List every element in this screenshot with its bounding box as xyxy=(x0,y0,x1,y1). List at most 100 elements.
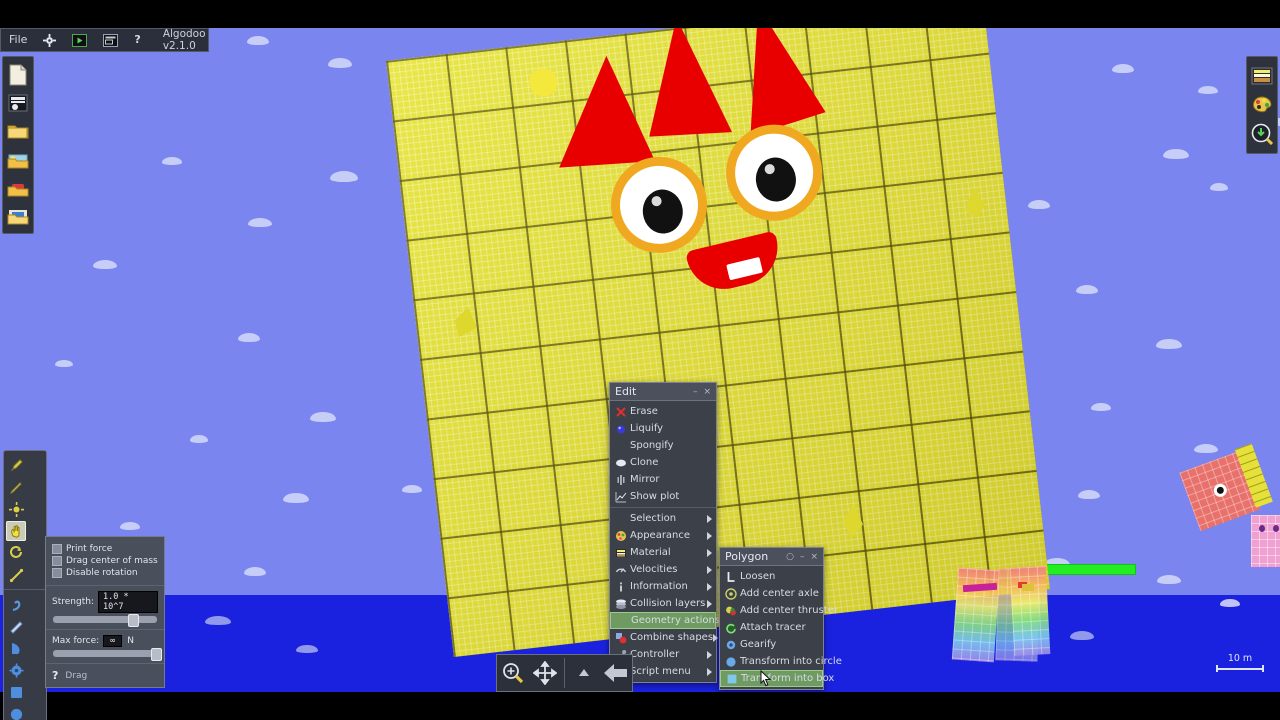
edit-menu-titlebar[interactable]: Edit – × xyxy=(610,383,716,401)
edit-menu-item-information[interactable]: Information xyxy=(610,578,716,595)
edit-menu-item-liquify[interactable]: Liquify xyxy=(610,420,716,437)
edit-menu-item-erase[interactable]: Erase xyxy=(610,403,716,420)
edit-context-menu[interactable]: Edit – × Erase Liquify Spongify Clone Mirror… xyxy=(609,382,726,683)
freehand-tool[interactable] xyxy=(6,594,26,614)
edit-menu-item-velocities[interactable]: Velocities xyxy=(610,561,716,578)
rainbow-block[interactable] xyxy=(951,567,1001,663)
polygon-menu-item-attach-tracer[interactable]: Attach tracer xyxy=(720,619,823,636)
circle-icon xyxy=(724,655,737,668)
zoom-tool-button[interactable] xyxy=(497,657,529,689)
polygon-submenu[interactable]: Polygon ○ – × Loosen Add center axle Add c… xyxy=(719,547,842,690)
save-scene-button[interactable] xyxy=(5,90,31,116)
thruster-icon xyxy=(724,604,737,617)
edit-menu-item-collision-layers[interactable]: Collision layers xyxy=(610,595,716,612)
checkbox-drag-center-of-mass[interactable]: Drag center of mass xyxy=(52,556,158,566)
material-swatch-button[interactable] xyxy=(1249,63,1275,89)
submenu-arrow-icon xyxy=(707,650,712,659)
minimize-icon[interactable]: – xyxy=(693,387,698,397)
close-icon[interactable]: × xyxy=(703,387,711,397)
edit-menu-group-actions[interactable]: Erase Liquify Spongify Clone Mirror Show plot xyxy=(610,401,716,508)
main-menubar[interactable]: File? Algodoo v2.1.0 xyxy=(0,28,209,52)
pupil-right xyxy=(753,155,799,204)
polygon-menu-item-gearify[interactable]: Gearify xyxy=(720,636,823,653)
window-icon[interactable] xyxy=(95,33,126,47)
close-icon[interactable]: × xyxy=(810,552,818,562)
gear-tool[interactable] xyxy=(6,660,26,680)
polygon-menu-titlebar[interactable]: Polygon ○ – × xyxy=(720,548,823,566)
strength-section: Strength: 1.0 * 10^7 xyxy=(46,586,164,630)
strength-slider-knob[interactable] xyxy=(127,614,139,627)
box-tool[interactable] xyxy=(6,682,26,702)
drag-tool-options-panel[interactable]: Print force Drag center of mass Disable … xyxy=(45,536,165,688)
drag-tool[interactable] xyxy=(6,521,26,541)
maxforce-value[interactable]: ∞ xyxy=(103,635,123,647)
help-icon[interactable]: ? xyxy=(126,29,148,51)
line-tool[interactable] xyxy=(6,565,26,585)
back-button[interactable] xyxy=(600,657,632,689)
menu-item-label: Loosen xyxy=(740,571,776,582)
polygon-menu-title: Polygon xyxy=(725,550,769,563)
yellow-numberblock[interactable] xyxy=(385,28,1051,658)
minimize-icon[interactable]: – xyxy=(800,552,805,562)
edit-menu-item-spongify[interactable]: Spongify xyxy=(610,437,716,454)
checkbox-disable-rotation[interactable]: Disable rotation xyxy=(52,568,158,578)
my-scenes-button[interactable] xyxy=(5,174,31,200)
zoom-view-button[interactable] xyxy=(1249,121,1275,147)
online-scenes-button[interactable] xyxy=(5,202,31,228)
view-toolbar[interactable] xyxy=(496,654,633,692)
edit-menu-item-geometry-actions[interactable]: Geometry actions xyxy=(610,612,726,629)
submenu-arrow-icon xyxy=(707,531,712,540)
edit-menu-item-mirror[interactable]: Mirror xyxy=(610,471,716,488)
move-tool[interactable] xyxy=(6,499,26,519)
collapse-button[interactable] xyxy=(568,657,600,689)
play-icon[interactable] xyxy=(64,33,95,47)
tooth xyxy=(726,256,763,281)
rainbow-block[interactable] xyxy=(1009,566,1051,656)
checkbox-box[interactable] xyxy=(52,568,62,578)
gear-icon[interactable] xyxy=(35,33,64,47)
color-palette-button[interactable] xyxy=(1249,92,1275,118)
maxforce-slider-knob[interactable] xyxy=(150,648,162,661)
combine-icon xyxy=(614,631,627,644)
open-folder-button[interactable] xyxy=(5,118,31,144)
edit-menu-item-show-plot[interactable]: Show plot xyxy=(610,488,716,505)
checkbox-label: Disable rotation xyxy=(66,568,138,578)
polygon-menu-item-add-center-thruster[interactable]: Add center thruster xyxy=(720,602,838,619)
polygon-tool[interactable] xyxy=(6,638,26,658)
maxforce-slider[interactable] xyxy=(53,648,162,661)
polygon-menu-item-add-center-axle[interactable]: Add center axle xyxy=(720,585,823,602)
edit-menu-item-combine-shapes[interactable]: Combine shapes xyxy=(610,629,719,646)
pencil-tool[interactable] xyxy=(6,477,26,497)
file-toolbar-column[interactable] xyxy=(2,56,34,234)
checkbox-label: Print force xyxy=(66,544,113,554)
polygon-menu-item-transform-into-circle[interactable]: Transform into circle xyxy=(720,653,842,670)
polygon-menu-item-loosen[interactable]: Loosen xyxy=(720,568,823,585)
pin-icon[interactable]: ○ xyxy=(786,552,794,562)
pink-numberblock[interactable] xyxy=(1251,515,1280,567)
edit-menu-item-material[interactable]: Material xyxy=(610,544,716,561)
strength-value[interactable]: 1.0 * 10^7 xyxy=(97,591,158,613)
menu-item-label: Transform into circle xyxy=(740,656,842,667)
edit-menu-item-selection[interactable]: Selection xyxy=(610,510,716,527)
brush-tool[interactable] xyxy=(6,455,26,475)
plank-tool[interactable] xyxy=(6,616,26,636)
scene-library-button[interactable] xyxy=(5,146,31,172)
help-icon[interactable]: ? xyxy=(52,669,58,682)
checkbox-print-force[interactable]: Print force xyxy=(52,544,158,554)
appearance-toolbar-column[interactable] xyxy=(1246,56,1278,154)
pan-tool-button[interactable] xyxy=(529,657,561,689)
rotate-tool[interactable] xyxy=(6,543,26,563)
circle-tool[interactable] xyxy=(6,704,26,720)
checkbox-box[interactable] xyxy=(52,556,62,566)
strength-slider[interactable] xyxy=(53,614,157,627)
new-scene-button[interactable] xyxy=(5,62,31,88)
menu-file[interactable]: File xyxy=(1,29,35,51)
cloud xyxy=(247,36,269,45)
tool-group-2 xyxy=(4,590,46,720)
pink-block-eye xyxy=(1259,525,1265,532)
edit-menu-item-appearance[interactable]: Appearance xyxy=(610,527,716,544)
tool-palette[interactable] xyxy=(3,450,47,720)
edit-menu-item-clone[interactable]: Clone xyxy=(610,454,716,471)
checkbox-box[interactable] xyxy=(52,544,62,554)
small-debris[interactable] xyxy=(1022,584,1034,591)
